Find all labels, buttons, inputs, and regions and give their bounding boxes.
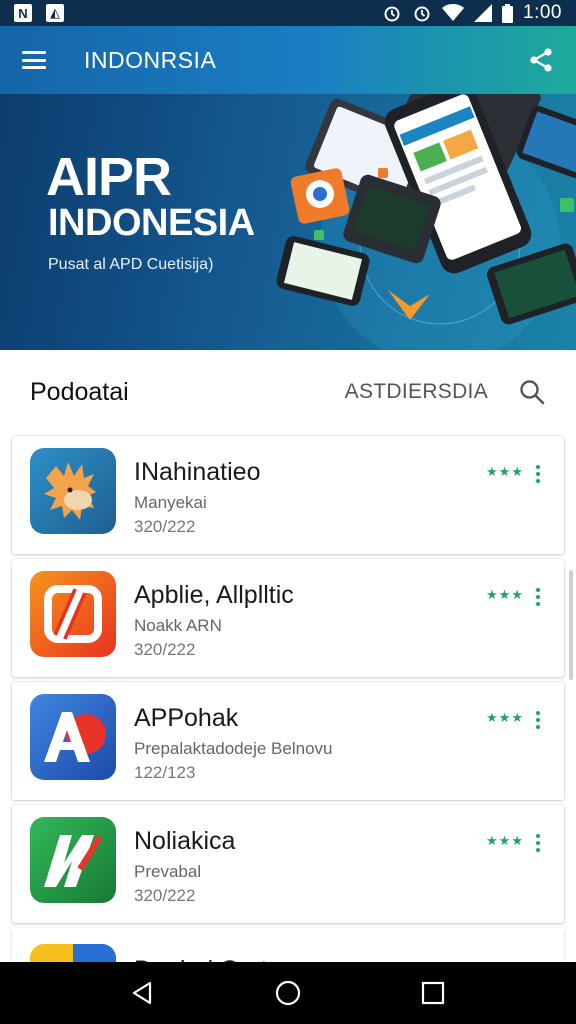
hero-banner: AIPR INDONESIA Pusat al APD Cuetisija) [0,94,576,350]
slash-a-app-icon [30,571,116,657]
alarm-icon [414,6,430,22]
home-icon[interactable] [273,978,303,1008]
app-developer: Noakk ARN [134,616,222,635]
app-date: 320/222 [134,886,196,905]
status-time: 1:00 [523,2,562,23]
app-list-item[interactable]: APPohak Prepalaktadodeje Belnovu 122/123… [12,682,564,800]
notification-app-icon: ◭ [46,4,64,22]
app-name: Apblie, Allplltic [134,581,294,609]
section-filter-label[interactable]: ASTDIERSDIA [345,380,488,404]
phones-illustration [276,94,576,350]
more-options-icon[interactable] [530,831,546,855]
search-icon[interactable] [518,378,546,406]
app-bar: INDONRSIA [0,26,576,94]
app-list-item[interactable]: INahinatieo Manyekai 320/222 ★★★ [12,436,564,554]
status-bar: N ◭ 1:00 [0,0,576,26]
app-title: INDONRSIA [84,46,217,73]
app-name: Noliakica [134,827,236,855]
dragon-app-icon [30,448,116,534]
app-list: INahinatieo Manyekai 320/222 ★★★ Apblie,… [12,436,564,988]
rating-stars: ★★★ [486,833,524,848]
hero-tagline: Pusat al APD Cuetisija) [48,256,214,273]
hero-subtitle: INDONESIA [48,202,255,244]
app-list-item[interactable]: Apblie, Allplltic Noakk ARN 320/222 ★★★ [12,559,564,677]
rating-stars: ★★★ [486,587,524,602]
section-title: Podoatai [30,377,129,406]
alarm-icon [384,6,400,22]
app-date: 122/123 [134,763,196,782]
app-developer: Manyekai [134,493,207,512]
wifi-icon [442,4,465,21]
app-developer: Prepalaktadodeje Belnovu [134,739,333,758]
signal-icon [474,4,493,22]
rating-stars: ★★★ [486,464,524,479]
battery-icon [502,3,514,23]
navigation-bar [0,962,576,1024]
section-header: Podoatai ASTDIERSDIA [0,350,576,434]
notification-n-icon: N [14,4,32,22]
app-date: 320/222 [134,517,196,536]
app-developer: Prevabal [134,862,202,881]
hamburger-menu-icon[interactable] [22,51,46,69]
hero-title: AIPR [46,147,172,207]
more-options-icon[interactable] [530,585,546,609]
share-icon[interactable] [528,47,554,73]
more-options-icon[interactable] [530,462,546,486]
rating-stars: ★★★ [486,710,524,725]
back-icon[interactable] [128,978,158,1008]
n-app-icon [30,817,116,903]
app-list-item[interactable]: Noliakica Prevabal 320/222 ★★★ [12,805,564,923]
app-date: 320/222 [134,640,196,659]
app-name: INahinatieo [134,458,261,486]
recents-icon[interactable] [418,978,448,1008]
scrollbar[interactable] [569,570,573,680]
more-options-icon[interactable] [530,708,546,732]
app-name: APPohak [134,704,239,732]
ap-app-icon [30,694,116,780]
